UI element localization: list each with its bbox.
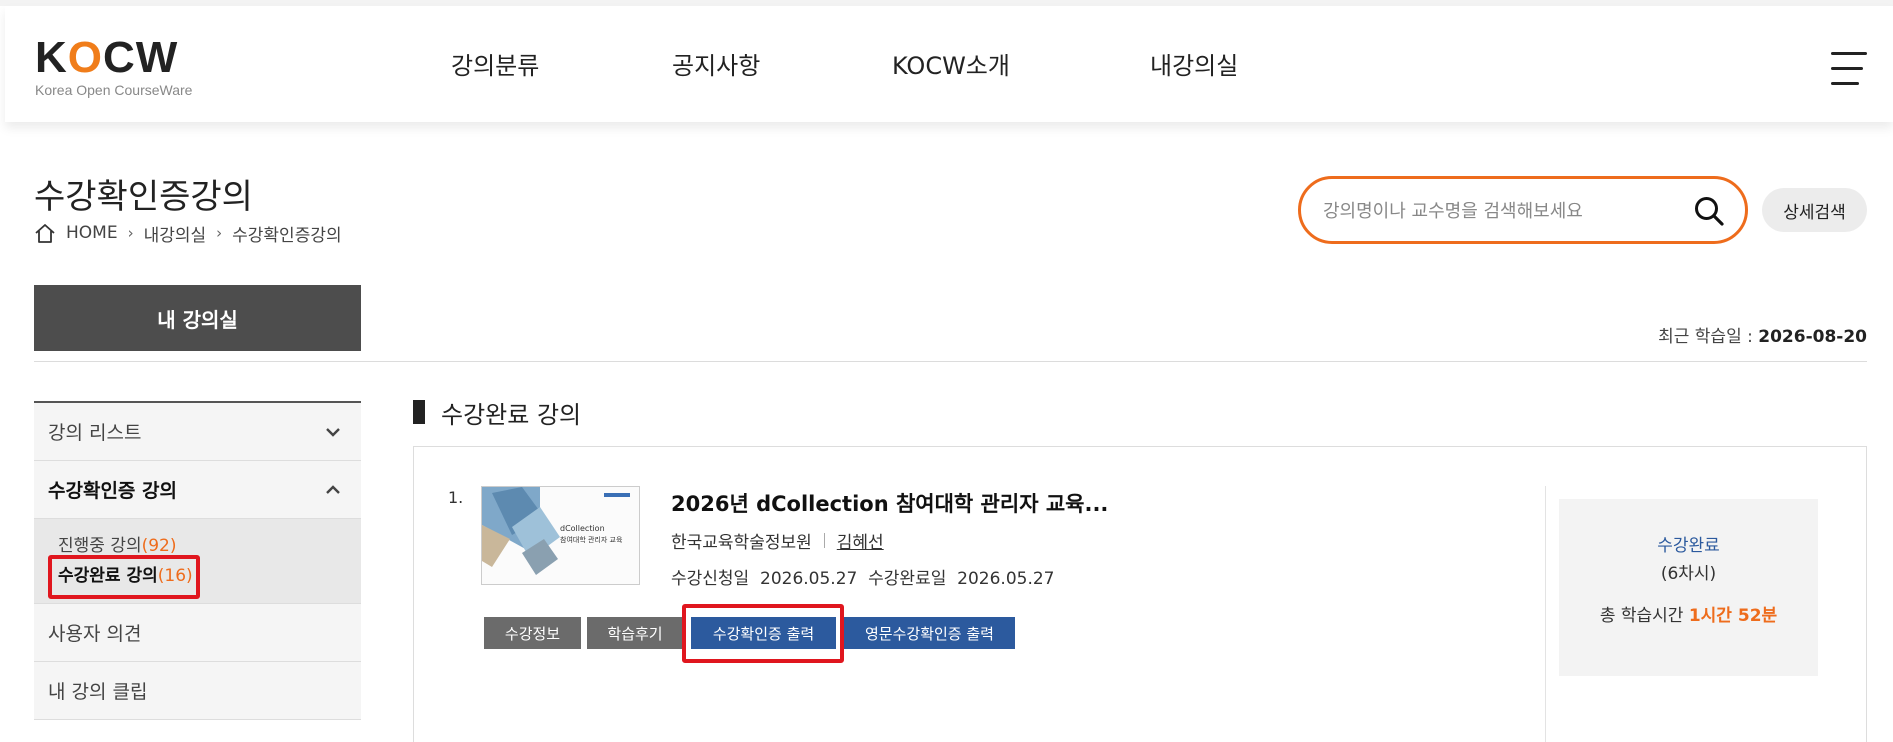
recent-study-label: 최근 학습일 : <box>1658 327 1759 347</box>
chevron-right-icon: › <box>216 224 223 242</box>
sidebar-submenu: 진행중 강의(92) 수강완료 강의(16) <box>34 519 361 604</box>
sub-item-label: 진행중 강의 <box>58 536 142 556</box>
sidebar-item-certificate-lectures[interactable]: 수강확인증 강의 <box>34 461 361 519</box>
recent-study-date: 최근 학습일 : 2026-08-20 <box>1658 322 1867 347</box>
study-time-value: 1시간 52분 <box>1688 606 1778 626</box>
meta-divider <box>823 533 825 548</box>
logo-wordmark: KOCW <box>35 33 179 82</box>
nav-kocw-intro[interactable]: KOCW소개 <box>892 46 1010 81</box>
search-input[interactable] <box>1323 197 1673 225</box>
course-thumbnail[interactable]: dCollection 참여대학 관리자 교육 <box>481 486 640 585</box>
sidebar-item-label: 사용자 의견 <box>48 623 142 645</box>
sidebar-item-my-clips[interactable]: 내 강의 클립 <box>34 662 361 720</box>
breadcrumb-current: 수강확인증강의 <box>232 225 342 246</box>
course-info-button[interactable]: 수강정보 <box>484 617 581 649</box>
page-title: 수강확인증강의 <box>34 177 253 217</box>
sidebar-sub-in-progress[interactable]: 진행중 강의(92) <box>58 531 347 561</box>
sidebar-item-label: 내 강의 클립 <box>48 681 148 703</box>
course-review-button[interactable]: 학습후기 <box>587 617 683 649</box>
sidebar-item-user-feedback[interactable]: 사용자 의견 <box>34 604 361 662</box>
divider <box>34 361 1867 362</box>
course-institution: 한국교육학술정보원 <box>671 533 812 553</box>
course-status-panel: 수강완료 (6차시) 총 학습시간 1시간 52분 <box>1559 499 1818 676</box>
course-professor-link[interactable]: 김혜선 <box>837 528 884 553</box>
breadcrumb-home[interactable]: HOME <box>66 223 118 243</box>
kocw-logo[interactable]: KOCW Korea Open CourseWare <box>35 36 205 100</box>
detail-search-button[interactable]: 상세검색 <box>1762 188 1867 232</box>
thumbnail-text-2: 참여대학 관리자 교육 <box>560 535 623 544</box>
status-sessions: (6차시) <box>1660 564 1717 584</box>
search-box <box>1298 176 1748 244</box>
sidebar-sub-completed[interactable]: 수강완료 강의(16) <box>58 561 347 591</box>
site-header: KOCW Korea Open CourseWare 강의분류 공지사항 KOC… <box>5 6 1893 122</box>
section-title: 수강완료 강의 <box>413 398 581 429</box>
status-label: 수강완료 <box>1657 536 1720 556</box>
title-bar-marker <box>413 400 425 424</box>
thumbnail-image: dCollection 참여대학 관리자 교육 <box>482 487 639 584</box>
recent-study-value: 2026-08-20 <box>1758 327 1867 347</box>
thumbnail-text-1: dCollection <box>560 524 605 533</box>
logo-subtitle: Korea Open CourseWare <box>35 82 193 98</box>
course-meta: 한국교육학술정보원 김혜선 <box>671 528 884 553</box>
print-english-certificate-button[interactable]: 영문수강확인증 출력 <box>844 617 1015 649</box>
print-certificate-button[interactable]: 수강확인증 출력 <box>691 617 836 649</box>
course-title[interactable]: 2026년 dCollection 참여대학 관리자 교육... <box>671 488 1108 518</box>
chevron-up-icon <box>326 484 340 494</box>
breadcrumb-my-classroom[interactable]: 내강의실 <box>144 221 207 246</box>
sub-item-label: 수강완료 강의 <box>58 566 158 586</box>
total-study-time: 총 학습시간 1시간 52분 <box>1559 601 1818 626</box>
home-icon[interactable] <box>34 223 56 243</box>
chevron-right-icon: › <box>127 224 134 242</box>
sidebar: 강의 리스트 수강확인증 강의 진행중 강의(92) 수강완료 강의(16) 사… <box>34 401 361 720</box>
sidebar-item-label: 수강확인증 강의 <box>48 480 177 502</box>
sub-item-count: (92) <box>141 536 177 556</box>
search-icon[interactable] <box>1693 195 1725 227</box>
nav-my-classroom[interactable]: 내강의실 <box>1150 46 1238 81</box>
study-time-label: 총 학습시간 <box>1599 606 1689 626</box>
breadcrumb: HOME › 내강의실 › 수강확인증강의 <box>34 221 342 246</box>
chevron-down-icon <box>326 427 340 437</box>
my-classroom-header: 내 강의실 <box>34 285 361 351</box>
sub-item-count: (16) <box>157 566 193 586</box>
course-dates: 수강신청일 2026.05.27 수강완료일 2026.05.27 <box>671 569 1055 589</box>
hamburger-menu-icon[interactable] <box>1831 52 1871 86</box>
sidebar-item-lecture-list[interactable]: 강의 리스트 <box>34 403 361 461</box>
course-number: 1. <box>448 488 464 507</box>
vertical-divider <box>1545 486 1546 742</box>
section-title-text: 수강완료 강의 <box>441 400 582 429</box>
nav-lecture-category[interactable]: 강의분류 <box>451 46 539 81</box>
sidebar-item-label: 강의 리스트 <box>48 422 142 444</box>
nav-notice[interactable]: 공지사항 <box>672 46 760 81</box>
